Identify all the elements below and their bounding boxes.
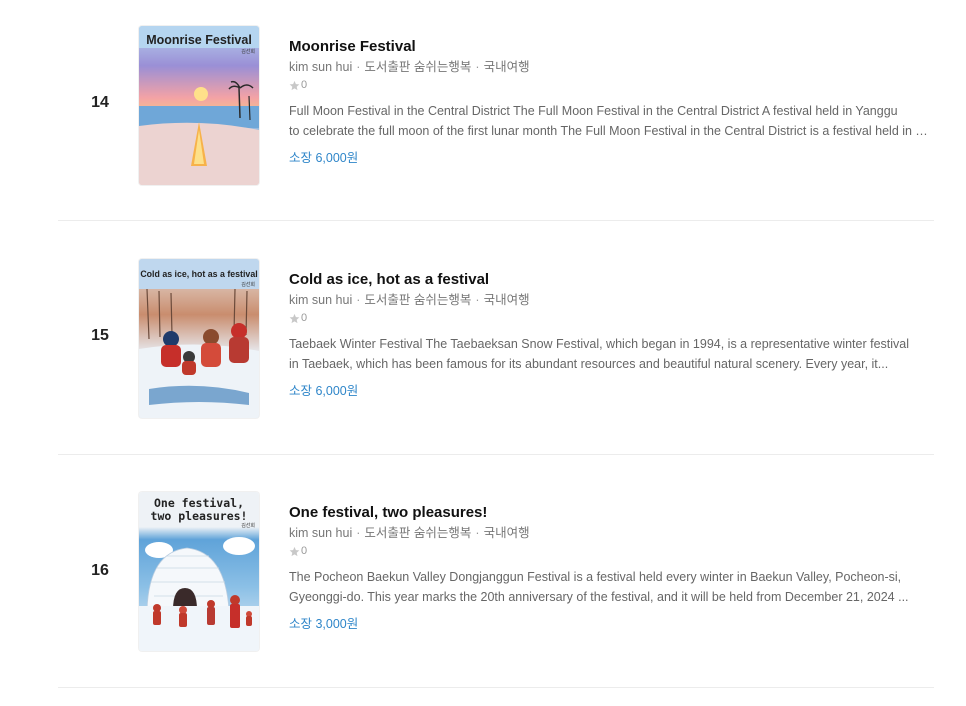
description-line: Taebaek Winter Festival The Taebaeksan S… — [289, 337, 910, 351]
book-cover[interactable]: Cold as ice, hot as a festival 김선희 — [139, 259, 259, 418]
author-link[interactable]: kim sun hui — [289, 60, 352, 74]
meta-separator: · — [356, 293, 361, 307]
rating-count: 0 — [301, 545, 308, 557]
category-link[interactable]: 국내여행 — [484, 526, 530, 540]
divider — [58, 220, 934, 221]
book-info: One festival, two pleasures! kim sun hui… — [289, 503, 934, 633]
description-line: The Pocheon Baekun Valley Dongjanggun Fe… — [289, 570, 902, 584]
book-meta: kim sun hui · 도서출판 숨쉬는행복 · 국내여행 — [289, 524, 934, 542]
rating-count: 0 — [301, 79, 308, 91]
meta-separator: · — [475, 60, 480, 74]
cover-title: One festival, two pleasures! — [139, 496, 259, 523]
author-link[interactable]: kim sun hui — [289, 526, 352, 540]
rating: 0 — [289, 78, 934, 93]
book-title[interactable]: One festival, two pleasures! — [289, 503, 934, 523]
price[interactable]: 소장 3,000원 — [289, 615, 934, 633]
book-title[interactable]: Cold as ice, hot as a festival — [289, 270, 934, 290]
cover-author: 김선희 — [241, 282, 255, 288]
rating-count: 0 — [301, 312, 308, 324]
meta-separator: · — [356, 60, 361, 74]
category-link[interactable]: 국내여행 — [484, 293, 530, 307]
meta-separator: · — [356, 526, 361, 540]
divider — [58, 454, 934, 455]
cover-author: 김선희 — [241, 523, 255, 529]
rank-number: 14 — [91, 94, 109, 111]
book-description: Taebaek Winter Festival The Taebaeksan S… — [289, 334, 934, 374]
book-cover[interactable]: One festival, two pleasures! 김선희 — [139, 492, 259, 651]
book-cover[interactable]: Moonrise Festival 김선희 — [139, 26, 259, 185]
price[interactable]: 소장 6,000원 — [289, 382, 934, 400]
cover-author: 김선희 — [241, 49, 255, 55]
cover-title: Cold as ice, hot as a festival — [140, 269, 258, 279]
rank-number: 15 — [91, 327, 109, 344]
description-line: in Taebaek, which has been famous for it… — [289, 357, 889, 371]
description-line: to celebrate the full moon of the first … — [289, 124, 934, 138]
meta-separator: · — [475, 526, 480, 540]
list-item: 15 Cold as ice, hot as a festival 김선희 Co… — [0, 233, 966, 466]
book-meta: kim sun hui · 도서출판 숨쉬는행복 · 국내여행 — [289, 291, 934, 309]
book-meta: kim sun hui · 도서출판 숨쉬는행복 · 국내여행 — [289, 58, 934, 76]
star-icon — [289, 546, 300, 557]
list-item: 16 One festival, two pleasures! 김선희 One … — [0, 466, 966, 699]
description-line: Gyeonggi-do. This year marks the 20th an… — [289, 590, 909, 604]
price[interactable]: 소장 6,000원 — [289, 149, 934, 167]
publisher-link[interactable]: 도서출판 숨쉬는행복 — [364, 60, 471, 74]
author-link[interactable]: kim sun hui — [289, 293, 352, 307]
list-item: 14 Moonrise Festival 김선희 Moonrise Festiv… — [0, 0, 966, 233]
rating: 0 — [289, 311, 934, 326]
star-icon — [289, 313, 300, 324]
book-title[interactable]: Moonrise Festival — [289, 37, 934, 57]
category-link[interactable]: 국내여행 — [484, 60, 530, 74]
publisher-link[interactable]: 도서출판 숨쉬는행복 — [364, 526, 471, 540]
book-info: Moonrise Festival kim sun hui · 도서출판 숨쉬는행복… — [289, 37, 934, 167]
star-icon — [289, 80, 300, 91]
book-description: Full Moon Festival in the Central Distri… — [289, 101, 934, 141]
cover-title: Moonrise Festival — [146, 33, 252, 47]
rating: 0 — [289, 544, 934, 559]
description-line: Full Moon Festival in the Central Distri… — [289, 104, 898, 118]
meta-separator: · — [475, 293, 480, 307]
publisher-link[interactable]: 도서출판 숨쉬는행복 — [364, 293, 471, 307]
book-info: Cold as ice, hot as a festival kim sun h… — [289, 270, 934, 400]
rank-number: 16 — [91, 562, 109, 579]
book-description: The Pocheon Baekun Valley Dongjanggun Fe… — [289, 567, 934, 607]
divider — [58, 687, 934, 688]
